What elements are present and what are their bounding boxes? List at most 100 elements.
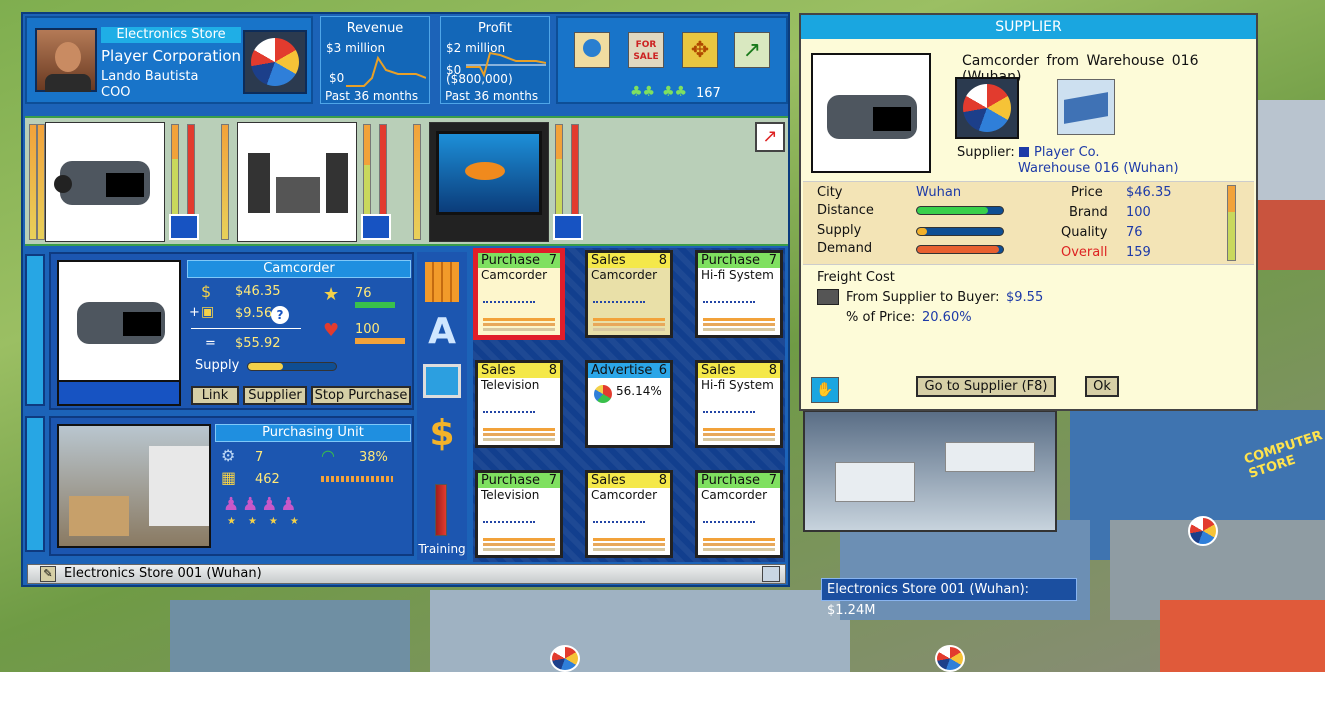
player-portrait[interactable]: [35, 28, 97, 92]
training-meter: [435, 484, 447, 536]
product-select-box[interactable]: [361, 214, 391, 240]
move-arrows-icon[interactable]: ✥: [682, 32, 718, 68]
company-marker-icon[interactable]: [935, 645, 965, 672]
unit-header: Sales 8: [478, 363, 560, 378]
advertise-icon[interactable]: A: [425, 312, 459, 352]
pct-value: 20.60%: [922, 310, 972, 325]
brand-meter: [355, 338, 405, 344]
purchasing-unit-title: Purchasing Unit: [215, 424, 411, 442]
unit-progress-dots: [593, 301, 645, 304]
truck-icon: ▣: [201, 304, 215, 320]
unit-product: Camcorder: [481, 268, 548, 282]
product-card-camcorder[interactable]: [45, 122, 165, 242]
trend-chart-icon[interactable]: ↗: [755, 122, 785, 152]
unit-header: Advertise 6: [588, 363, 670, 378]
product-select-box[interactable]: [553, 214, 583, 240]
revenue-period: Past 36 months: [325, 89, 419, 103]
supplier-company[interactable]: Player Co.: [1034, 145, 1100, 160]
price-value: $46.35: [1126, 185, 1172, 200]
freight-title: Freight Cost: [817, 270, 895, 285]
finance-icon[interactable]: $: [425, 412, 459, 456]
supplier-button[interactable]: Supplier: [243, 386, 307, 405]
profit-chart[interactable]: Profit $2 million $0 ($800,000) Past 36 …: [440, 16, 550, 104]
product-bar: [221, 124, 229, 240]
unit-level: 8: [658, 473, 667, 488]
training-label[interactable]: Training: [417, 542, 467, 556]
plus-sign: +: [189, 305, 200, 320]
manager-name: Lando Bautista: [101, 69, 199, 84]
command-toolbar: FOR SALE ✥ ↗ ♣♣ ♣♣ 167: [556, 16, 788, 104]
growth-chart-icon[interactable]: ↗: [734, 32, 770, 68]
television-image: [436, 131, 542, 215]
product-card-hifi[interactable]: [237, 122, 357, 242]
warehouse-image[interactable]: [1057, 79, 1115, 135]
product-name: Camcorder: [187, 260, 411, 278]
supply-meter: [247, 362, 337, 371]
heart-icon: ♥: [323, 320, 340, 341]
product-card-television[interactable]: [429, 122, 549, 242]
pct-label: % of Price:: [846, 310, 916, 325]
link-button[interactable]: Link: [191, 386, 239, 405]
unit-cell[interactable]: Sales 8 Television: [475, 360, 563, 448]
supplier-logo[interactable]: [955, 77, 1019, 139]
unit-header: Purchase 7: [698, 253, 780, 268]
unit-progress-dots: [483, 521, 535, 524]
section-tab-1[interactable]: [25, 254, 45, 406]
revenue-line: [346, 55, 426, 87]
help-icon[interactable]: ?: [271, 306, 289, 324]
brand-value: 100: [1126, 205, 1151, 220]
unit-level: 7: [768, 473, 777, 488]
game-viewport[interactable]: COMPUTER STORE Electronics Store 001 (Wu…: [0, 0, 1325, 672]
map-pin-icon[interactable]: [574, 32, 610, 68]
overall-meter: [1227, 185, 1236, 261]
people-icon-2: ♣♣: [662, 84, 688, 100]
freight-value: $9.55: [1006, 290, 1044, 305]
for-sale-icon[interactable]: FOR SALE: [628, 32, 664, 68]
unit-cell[interactable]: Sales 8 Camcorder: [585, 470, 673, 558]
unit-cell[interactable]: Purchase 7 Camcorder: [475, 250, 563, 338]
section-tab-2[interactable]: [25, 416, 45, 552]
unit-cell[interactable]: Purchase 7 Hi-fi System: [695, 250, 783, 338]
books-icon[interactable]: [425, 262, 459, 302]
price-label: Price: [1071, 185, 1103, 200]
company-logo[interactable]: [243, 30, 307, 94]
edit-icon[interactable]: ✎: [40, 566, 56, 582]
supplier-site[interactable]: Warehouse 016 (Wuhan): [1018, 161, 1179, 176]
unit-cell[interactable]: Advertise 6 56.14%: [585, 360, 673, 448]
unit-header: Sales 8: [588, 253, 670, 268]
product-select-box[interactable]: [169, 214, 199, 240]
revenue-chart[interactable]: Revenue $3 million $0 Past 36 months: [320, 16, 430, 104]
unit-product: Camcorder: [591, 488, 658, 502]
stop-purchase-button[interactable]: Stop Purchase: [311, 386, 411, 405]
city-value: Wuhan: [916, 185, 962, 200]
unit-utilization: 38%: [359, 450, 388, 465]
monitor-icon[interactable]: [423, 364, 461, 398]
company-marker-icon[interactable]: [550, 645, 580, 672]
go-to-supplier-button[interactable]: Go to Supplier (F8): [916, 376, 1056, 397]
unit-cell[interactable]: Sales 8 Hi-fi System: [695, 360, 783, 448]
city-building: [1255, 200, 1325, 270]
city-building: [170, 600, 410, 672]
unit-bars: [483, 536, 555, 551]
unit-bars: [703, 536, 775, 551]
unit-level: 7: [548, 253, 557, 268]
unit-progress-dots: [703, 301, 755, 304]
ok-button[interactable]: Ok: [1085, 376, 1119, 397]
unit-cell[interactable]: Purchase 7 Television: [475, 470, 563, 558]
supplier-product-image: [811, 53, 931, 173]
unit-type: Sales: [701, 363, 736, 378]
unit-progress-dots: [703, 411, 755, 414]
people-icon: ♣♣: [630, 84, 656, 100]
unit-product: Hi-fi System: [701, 268, 774, 282]
company-marker-icon[interactable]: [1188, 516, 1218, 546]
total-cost: $55.92: [235, 336, 281, 351]
unit-type: Purchase: [701, 253, 761, 268]
unit-type: Sales: [591, 253, 626, 268]
window-icon[interactable]: [762, 566, 780, 582]
supplier-logo-icon: [963, 84, 1011, 132]
company-name[interactable]: Player Corporation: [101, 47, 241, 65]
unit-cell[interactable]: Purchase 7 Camcorder: [695, 470, 783, 558]
unit-cell[interactable]: Sales 8 Camcorder: [585, 250, 673, 338]
demand-label: Demand: [817, 241, 873, 256]
handshake-icon[interactable]: ✋: [811, 377, 839, 403]
